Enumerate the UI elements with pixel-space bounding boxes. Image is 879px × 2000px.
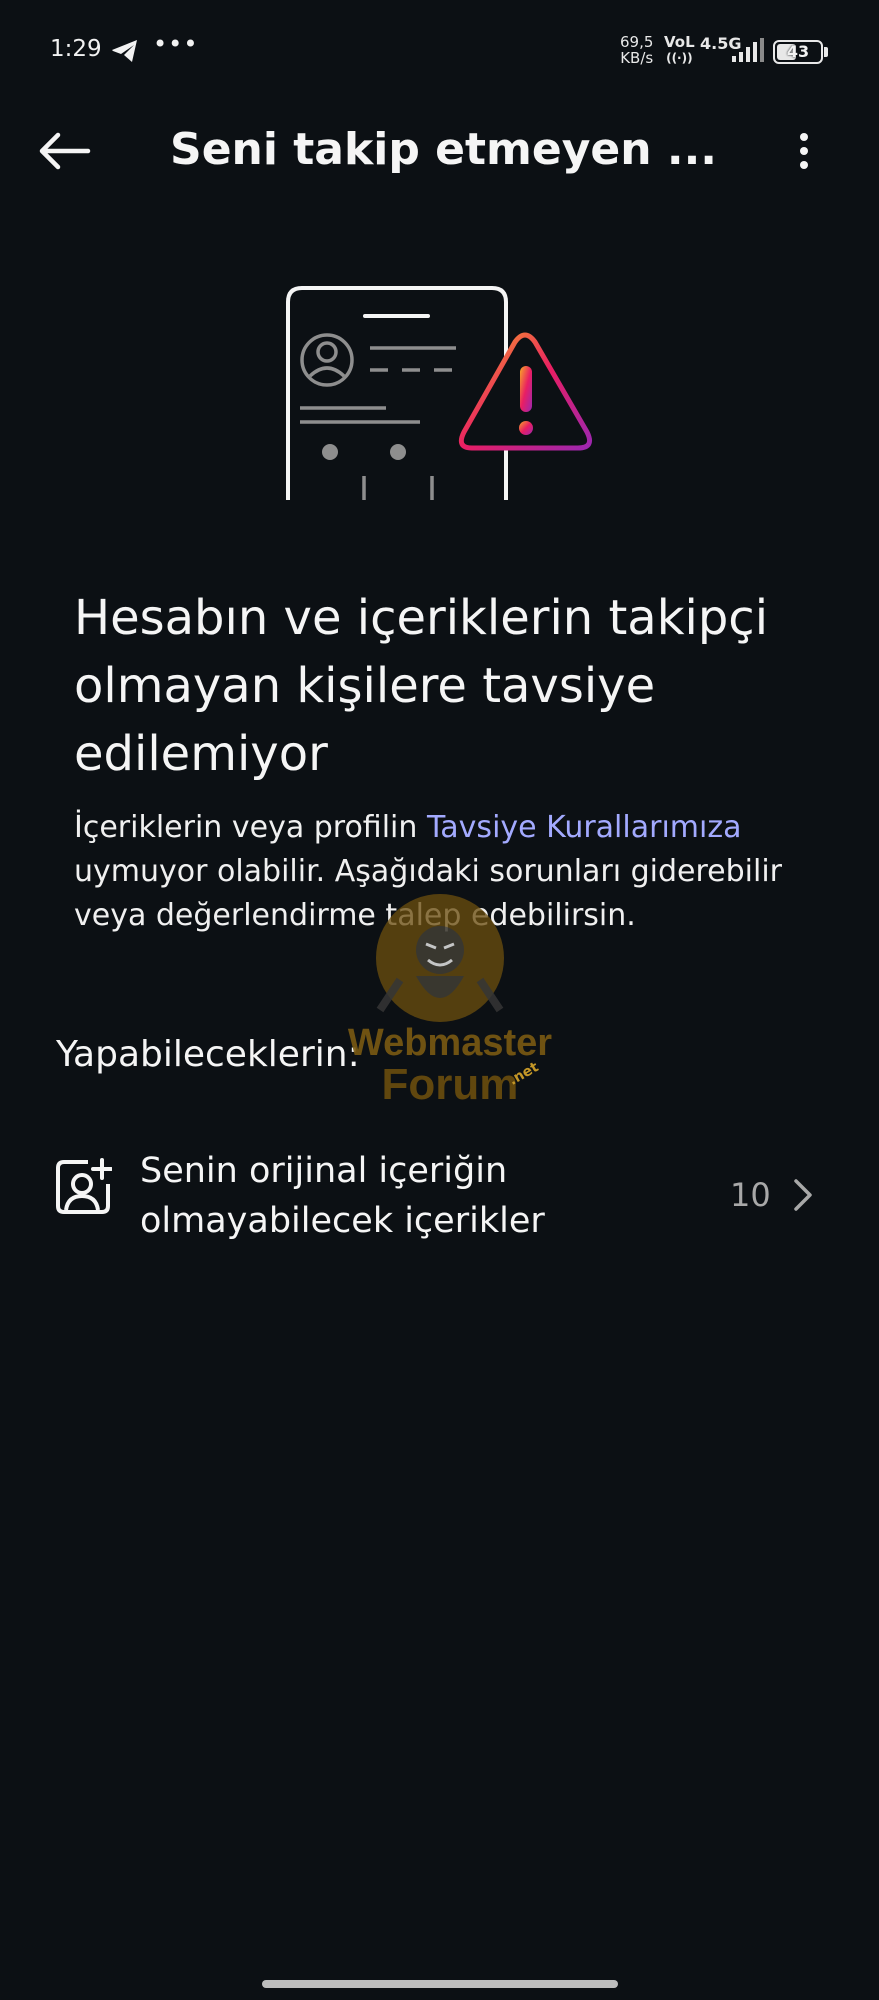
more-options-button[interactable] [784, 126, 824, 176]
mascot-icon [376, 894, 504, 1022]
chevron-right-icon [792, 1178, 814, 1216]
arrow-left-icon [39, 132, 91, 170]
battery-level: 43 [786, 42, 810, 61]
list-item[interactable]: Senin orijinal içeriğin olmayabilecek iç… [0, 1136, 879, 1256]
back-button[interactable] [34, 126, 94, 176]
status-time: 1:29 [50, 36, 102, 62]
battery-tip [824, 47, 828, 57]
add-person-image-icon [54, 1158, 113, 1220]
list-item-count: 10 [730, 1176, 771, 1214]
volte-label: VoL [664, 33, 695, 51]
battery-icon: 43 [773, 40, 823, 64]
list-item-label: Senin orijinal içeriğin olmayabilecek iç… [140, 1151, 545, 1241]
recommendation-guidelines-link[interactable]: Tavsiye Kurallarımıza [427, 810, 742, 845]
page-title: Seni takip etmeyen ... [170, 124, 718, 175]
hotspot-icon: ((·)) [666, 51, 693, 65]
headline: Hesabın ve içeriklerin takipçi olmayan k… [74, 590, 769, 782]
status-bar: 1:29 ••• 69,5 KB/s VoL ((·)) 4.5G 43 [0, 0, 879, 104]
top-app-bar: Seni takip etmeyen ... [0, 104, 879, 198]
network-speed: 69,5 KB/s [620, 34, 653, 66]
signal-icon [732, 38, 764, 68]
speed-value: 69,5 [620, 33, 654, 51]
watermark-line1: Webmaster [347, 1022, 553, 1064]
home-indicator[interactable] [262, 1980, 618, 1988]
phone-warning-illustration [270, 280, 600, 510]
section-label: Yapabileceklerin: [56, 1034, 360, 1075]
speed-unit: KB/s [620, 49, 654, 67]
telegram-icon [110, 38, 140, 68]
volte-indicator: VoL ((·)) [664, 34, 695, 66]
more-vertical-icon [800, 133, 808, 169]
description-text-start: İçeriklerin veya profilin [74, 810, 427, 845]
watermark-logo: Webmaster Forum .net [340, 880, 560, 1110]
more-notifications-icon: ••• [153, 30, 199, 58]
